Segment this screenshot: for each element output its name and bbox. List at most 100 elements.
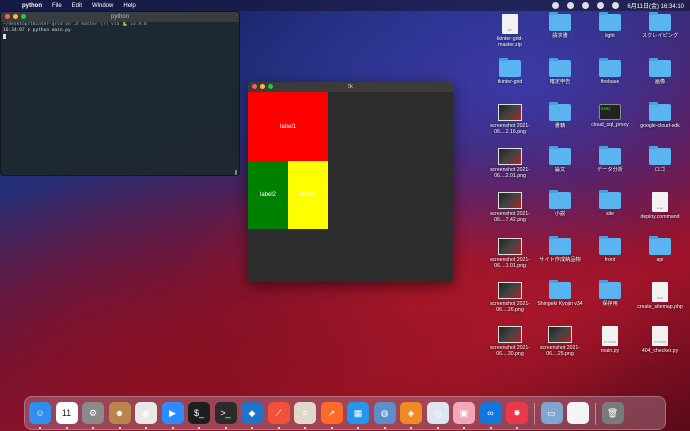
desktop-item-label: create_sitemap.php	[637, 304, 683, 310]
desktop-item[interactable]: front	[586, 236, 634, 263]
folder-icon	[649, 58, 671, 77]
dock-trash-icon[interactable]: 🗑	[601, 402, 624, 424]
minimize-icon[interactable]	[260, 84, 265, 89]
desktop-item[interactable]: サイト作成納品物	[536, 236, 584, 263]
desktop-item[interactable]: screenshot 2021-06....7.42.png	[486, 192, 534, 223]
tk-titlebar[interactable]: tk	[248, 82, 453, 92]
desktop-item[interactable]: 請求書	[536, 12, 584, 39]
dock-sketch-icon[interactable]: ▣	[453, 402, 475, 424]
desktop-item[interactable]: screenshot 2021-06....25.png	[536, 326, 584, 357]
wifi-icon[interactable]	[567, 2, 575, 9]
dock-sourcetree-icon[interactable]: ◈	[400, 402, 422, 424]
dock-document-icon[interactable]	[567, 402, 589, 424]
menu-app-name[interactable]: python	[22, 3, 42, 9]
dock-preview-icon[interactable]: ▭	[540, 402, 563, 424]
image-thumbnail-icon	[498, 326, 522, 343]
dock-terminal-icon[interactable]: >_	[214, 402, 237, 424]
desktop-item[interactable]: Shingeki Kyojin v34	[536, 280, 584, 307]
desktop-item[interactable]: スクレイピング	[636, 12, 684, 39]
dock-running-indicator	[224, 427, 227, 429]
desktop-item[interactable]: 画像	[636, 58, 684, 85]
dock-vscode-icon[interactable]: ◆	[241, 402, 263, 424]
desktop-item-label: スクレイピング	[641, 33, 679, 39]
desktop-item[interactable]: screenshot 2021-06....30.png	[486, 326, 534, 357]
desktop-item-label: google-cloud-sdk	[640, 123, 680, 129]
zoom-icon[interactable]	[21, 14, 26, 19]
menu-help[interactable]: Help	[123, 3, 135, 9]
desktop-item-label: 論文	[554, 167, 566, 173]
zoom-icon[interactable]	[268, 84, 273, 89]
desktop-item[interactable]: exec cloud_sql_proxy	[586, 104, 634, 128]
dock-zoom-icon[interactable]: ▶	[161, 402, 184, 424]
folder-icon	[549, 280, 571, 299]
terminal-titlebar[interactable]: python	[1, 12, 239, 22]
desktop-item[interactable]: light	[586, 12, 634, 39]
menu-edit[interactable]: Edit	[72, 3, 82, 9]
close-icon[interactable]	[5, 14, 10, 19]
dock-chrome-icon[interactable]: ◉	[135, 402, 157, 424]
label3-cell: label3	[288, 161, 328, 229]
desktop-item[interactable]: screenshot 2021-06....26.png	[486, 282, 534, 313]
desktop-item[interactable]: PYTHON 404_checker.py	[636, 326, 684, 354]
dock-system-preferences-icon[interactable]: ⚙	[82, 402, 104, 424]
desktop-item[interactable]: 確定申告	[536, 58, 584, 85]
dock-camera-icon[interactable]: ◎	[426, 402, 449, 424]
dock-swift-icon[interactable]: ⟋	[267, 402, 290, 424]
desktop-item[interactable]: 保存用	[586, 280, 634, 307]
tk-window[interactable]: tk label1 label2 label3	[248, 82, 453, 282]
folder-icon	[649, 102, 671, 121]
control-center-icon[interactable]	[612, 2, 620, 9]
search-icon[interactable]	[597, 2, 605, 9]
close-icon[interactable]	[252, 84, 257, 89]
desktop-item[interactable]: screenshot 2021-06....2.01.png	[486, 148, 534, 179]
desktop-item-label: 請求書	[552, 33, 568, 39]
desktop-item[interactable]: 論文	[536, 146, 584, 173]
dock-infinity-icon[interactable]: ∞	[479, 402, 502, 424]
desktop-item-label: screenshot 2021-06....2.01.png	[489, 167, 531, 179]
dock-sequel-icon[interactable]: ≡	[294, 402, 316, 424]
desktop-item[interactable]: site	[586, 190, 634, 217]
terminal-scrollbar[interactable]	[235, 170, 237, 175]
dock-running-indicator	[410, 427, 412, 429]
dock-activity-icon[interactable]: ↗	[320, 402, 343, 424]
dock-contacts-icon[interactable]: ☻	[108, 402, 131, 424]
desktop-item[interactable]: PYTHON main.py	[586, 326, 634, 354]
folder-icon	[599, 236, 621, 255]
folder-icon	[599, 58, 621, 77]
desktop-item[interactable]: 書籍	[536, 102, 584, 129]
desktop-item[interactable]: ZIP tkinter-grid-master.zip	[486, 14, 534, 48]
desktop-item[interactable]: ロゴ	[636, 146, 684, 173]
dock-running-indicator	[277, 427, 280, 429]
dock-calendar-icon[interactable]: 11	[55, 402, 78, 424]
menu-clock[interactable]: 6月11日(金) 16:34:10	[627, 1, 684, 10]
desktop-item[interactable]: tkinter-grid	[486, 58, 534, 85]
menu-window[interactable]: Window	[92, 3, 113, 9]
desktop-item[interactable]: screenshot 2021-06....2.16.png	[486, 104, 534, 135]
terminal-command-line: 16:34:07 ❯ python main.py	[3, 28, 71, 33]
dock-iterm-icon[interactable]: $_	[188, 402, 210, 424]
desktop-item[interactable]: firebase	[586, 58, 634, 85]
desktop-item[interactable]: api	[636, 236, 684, 263]
desktop-item[interactable]: 小説	[536, 190, 584, 217]
battery-icon[interactable]	[582, 2, 590, 9]
desktop-item[interactable]: PHP create_sitemap.php	[636, 282, 684, 310]
folder-icon	[599, 280, 621, 299]
dock-clock-icon[interactable]: ✸	[506, 402, 528, 424]
status-icon[interactable]	[552, 2, 560, 9]
dock-wireshark-icon[interactable]: ◍	[373, 402, 396, 424]
menu-file[interactable]: File	[52, 3, 62, 9]
dock-finder-icon[interactable]: ☺	[29, 402, 51, 424]
desktop-item[interactable]: google-cloud-sdk	[636, 102, 684, 129]
desktop-item-label: cloud_sql_proxy	[591, 122, 629, 128]
folder-icon	[649, 12, 671, 31]
minimize-icon[interactable]	[13, 14, 18, 19]
desktop-item[interactable]: exec deploy.command	[636, 192, 684, 220]
terminal-window[interactable]: python ~/desktop/tkinter-grid on ⎇ maste…	[0, 11, 240, 176]
desktop-item-label: 保存用	[602, 301, 618, 307]
image-thumbnail-icon	[498, 104, 522, 121]
desktop-item-label: site	[605, 211, 615, 217]
desktop-item[interactable]: データ分析	[586, 146, 634, 173]
desktop-item[interactable]: screenshot 2021-06....1.01.png	[486, 238, 534, 269]
dock-docker-icon[interactable]: ▦	[347, 402, 369, 424]
tk-title: tk	[348, 84, 353, 90]
